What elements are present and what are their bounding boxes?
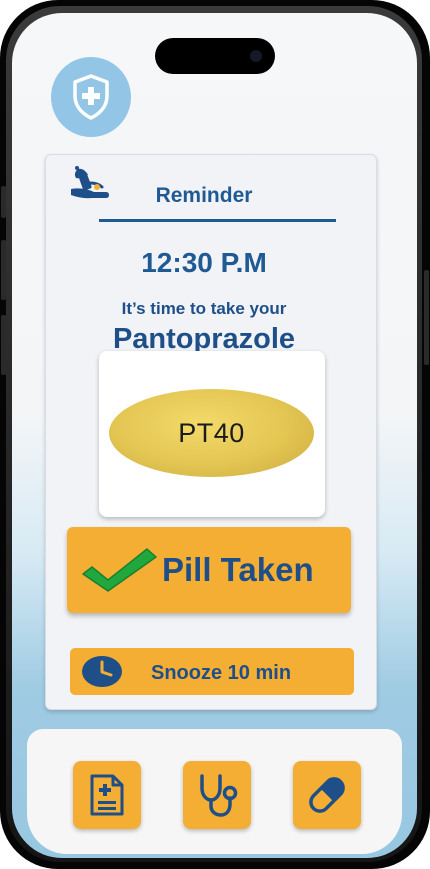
app-logo[interactable]	[51, 57, 131, 137]
pill-graphic: PT40	[109, 389, 314, 477]
pill-taken-label: Pill Taken	[162, 551, 314, 588]
pill-image: PT40	[99, 351, 325, 517]
stethoscope-icon	[200, 774, 238, 817]
pill-taken-button[interactable]: Pill Taken	[67, 527, 351, 613]
nav-medications-button[interactable]	[293, 761, 361, 829]
shield-plus-icon	[73, 74, 109, 120]
reminder-message: It’s time to take your	[121, 299, 287, 318]
pill-imprint: PT40	[178, 417, 245, 448]
app-screen: Reminder 12:30 P.M It’s time to take you…	[12, 13, 417, 858]
power-button	[424, 270, 429, 365]
clock-icon	[82, 656, 122, 687]
phone-frame: Reminder 12:30 P.M It’s time to take you…	[0, 0, 430, 869]
snooze-button[interactable]: Snooze 10 min	[70, 648, 354, 695]
camera-icon	[250, 50, 262, 62]
title-divider	[99, 219, 336, 222]
bell-icon	[71, 166, 109, 199]
nav-doctor-button[interactable]	[183, 761, 251, 829]
checkmark-icon	[82, 548, 157, 592]
reminder-time: 12:30 P.M	[141, 247, 267, 278]
reminder-title: Reminder	[155, 184, 253, 207]
medical-document-icon	[90, 774, 124, 816]
snooze-label: Snooze 10 min	[151, 662, 292, 684]
reminder-card: Reminder 12:30 P.M It’s time to take you…	[45, 154, 377, 710]
bottom-nav	[27, 729, 402, 854]
nav-records-button[interactable]	[73, 761, 141, 829]
capsule-icon	[309, 777, 345, 813]
dynamic-island	[155, 38, 275, 74]
